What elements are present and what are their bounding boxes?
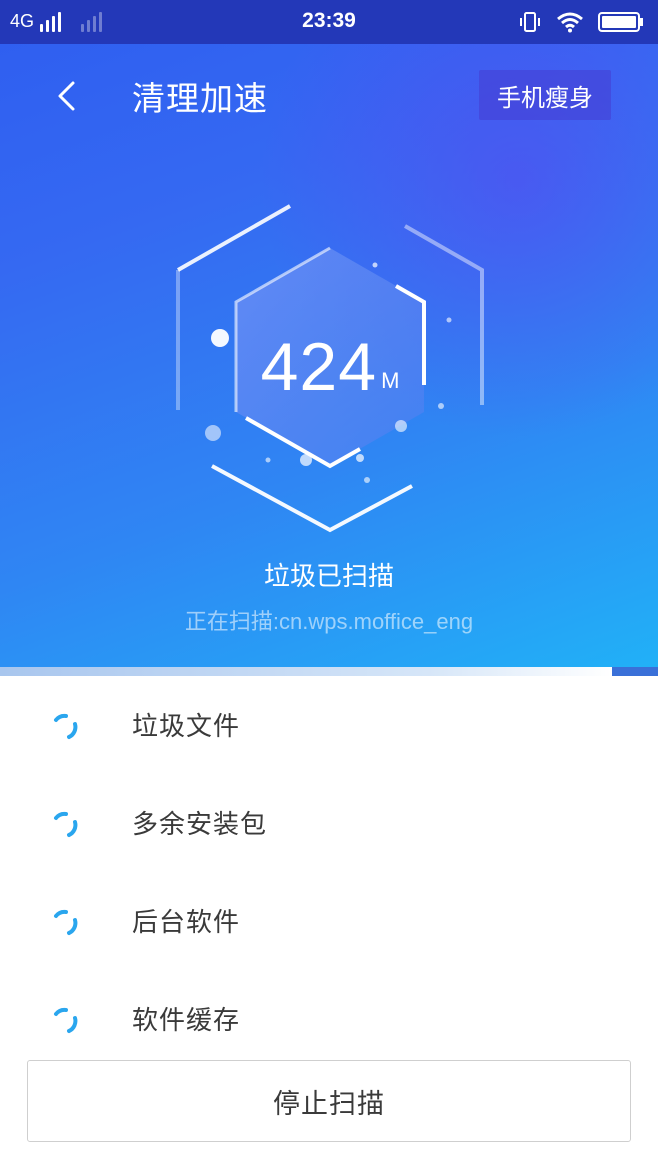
scan-item-app-cache: 软件缓存 (0, 970, 658, 1068)
scanned-size-unit: M (381, 368, 400, 393)
scan-item-redundant-packages: 多余安装包 (0, 774, 658, 872)
scan-item-label: 后台软件 (132, 908, 241, 938)
scan-category-list: 垃圾文件 多余安装包 后台软件 软件缓存 (0, 676, 658, 1068)
loading-spinner-icon (54, 909, 78, 935)
scan-item-label: 垃圾文件 (132, 712, 241, 742)
scanned-size-value: 424 (260, 329, 378, 405)
scan-current-path: 正在扫描:cn.wps.moffice_eng (184, 609, 474, 634)
loading-spinner-icon (54, 1007, 78, 1033)
page-title: 清理加速 (132, 79, 268, 118)
app-header: 清理加速 手机瘦身 (0, 44, 658, 148)
stop-scan-button[interactable]: 停止扫描 (27, 1060, 631, 1142)
battery-icon (598, 12, 643, 32)
scan-item-label: 多余安装包 (132, 810, 268, 840)
phone-slim-button[interactable]: 手机瘦身 (479, 70, 611, 120)
vibrate-icon (520, 12, 540, 32)
loading-spinner-icon (54, 713, 78, 739)
back-button[interactable] (46, 74, 86, 118)
status-bar: 4G 23:39 (0, 0, 658, 44)
status-right (518, 10, 644, 34)
wifi-icon (557, 12, 583, 33)
scan-status-text: 垃圾已扫描 (263, 562, 394, 592)
loading-spinner-icon (54, 811, 78, 837)
scan-progress-bar (0, 667, 658, 676)
scan-item-junk-files: 垃圾文件 (0, 676, 658, 774)
scanned-size: 424 M (160, 322, 500, 402)
scan-item-background-apps: 后台软件 (0, 872, 658, 970)
scan-progress-fill (0, 667, 612, 676)
scan-item-label: 软件缓存 (132, 1006, 241, 1036)
chevron-left-icon (58, 81, 75, 111)
